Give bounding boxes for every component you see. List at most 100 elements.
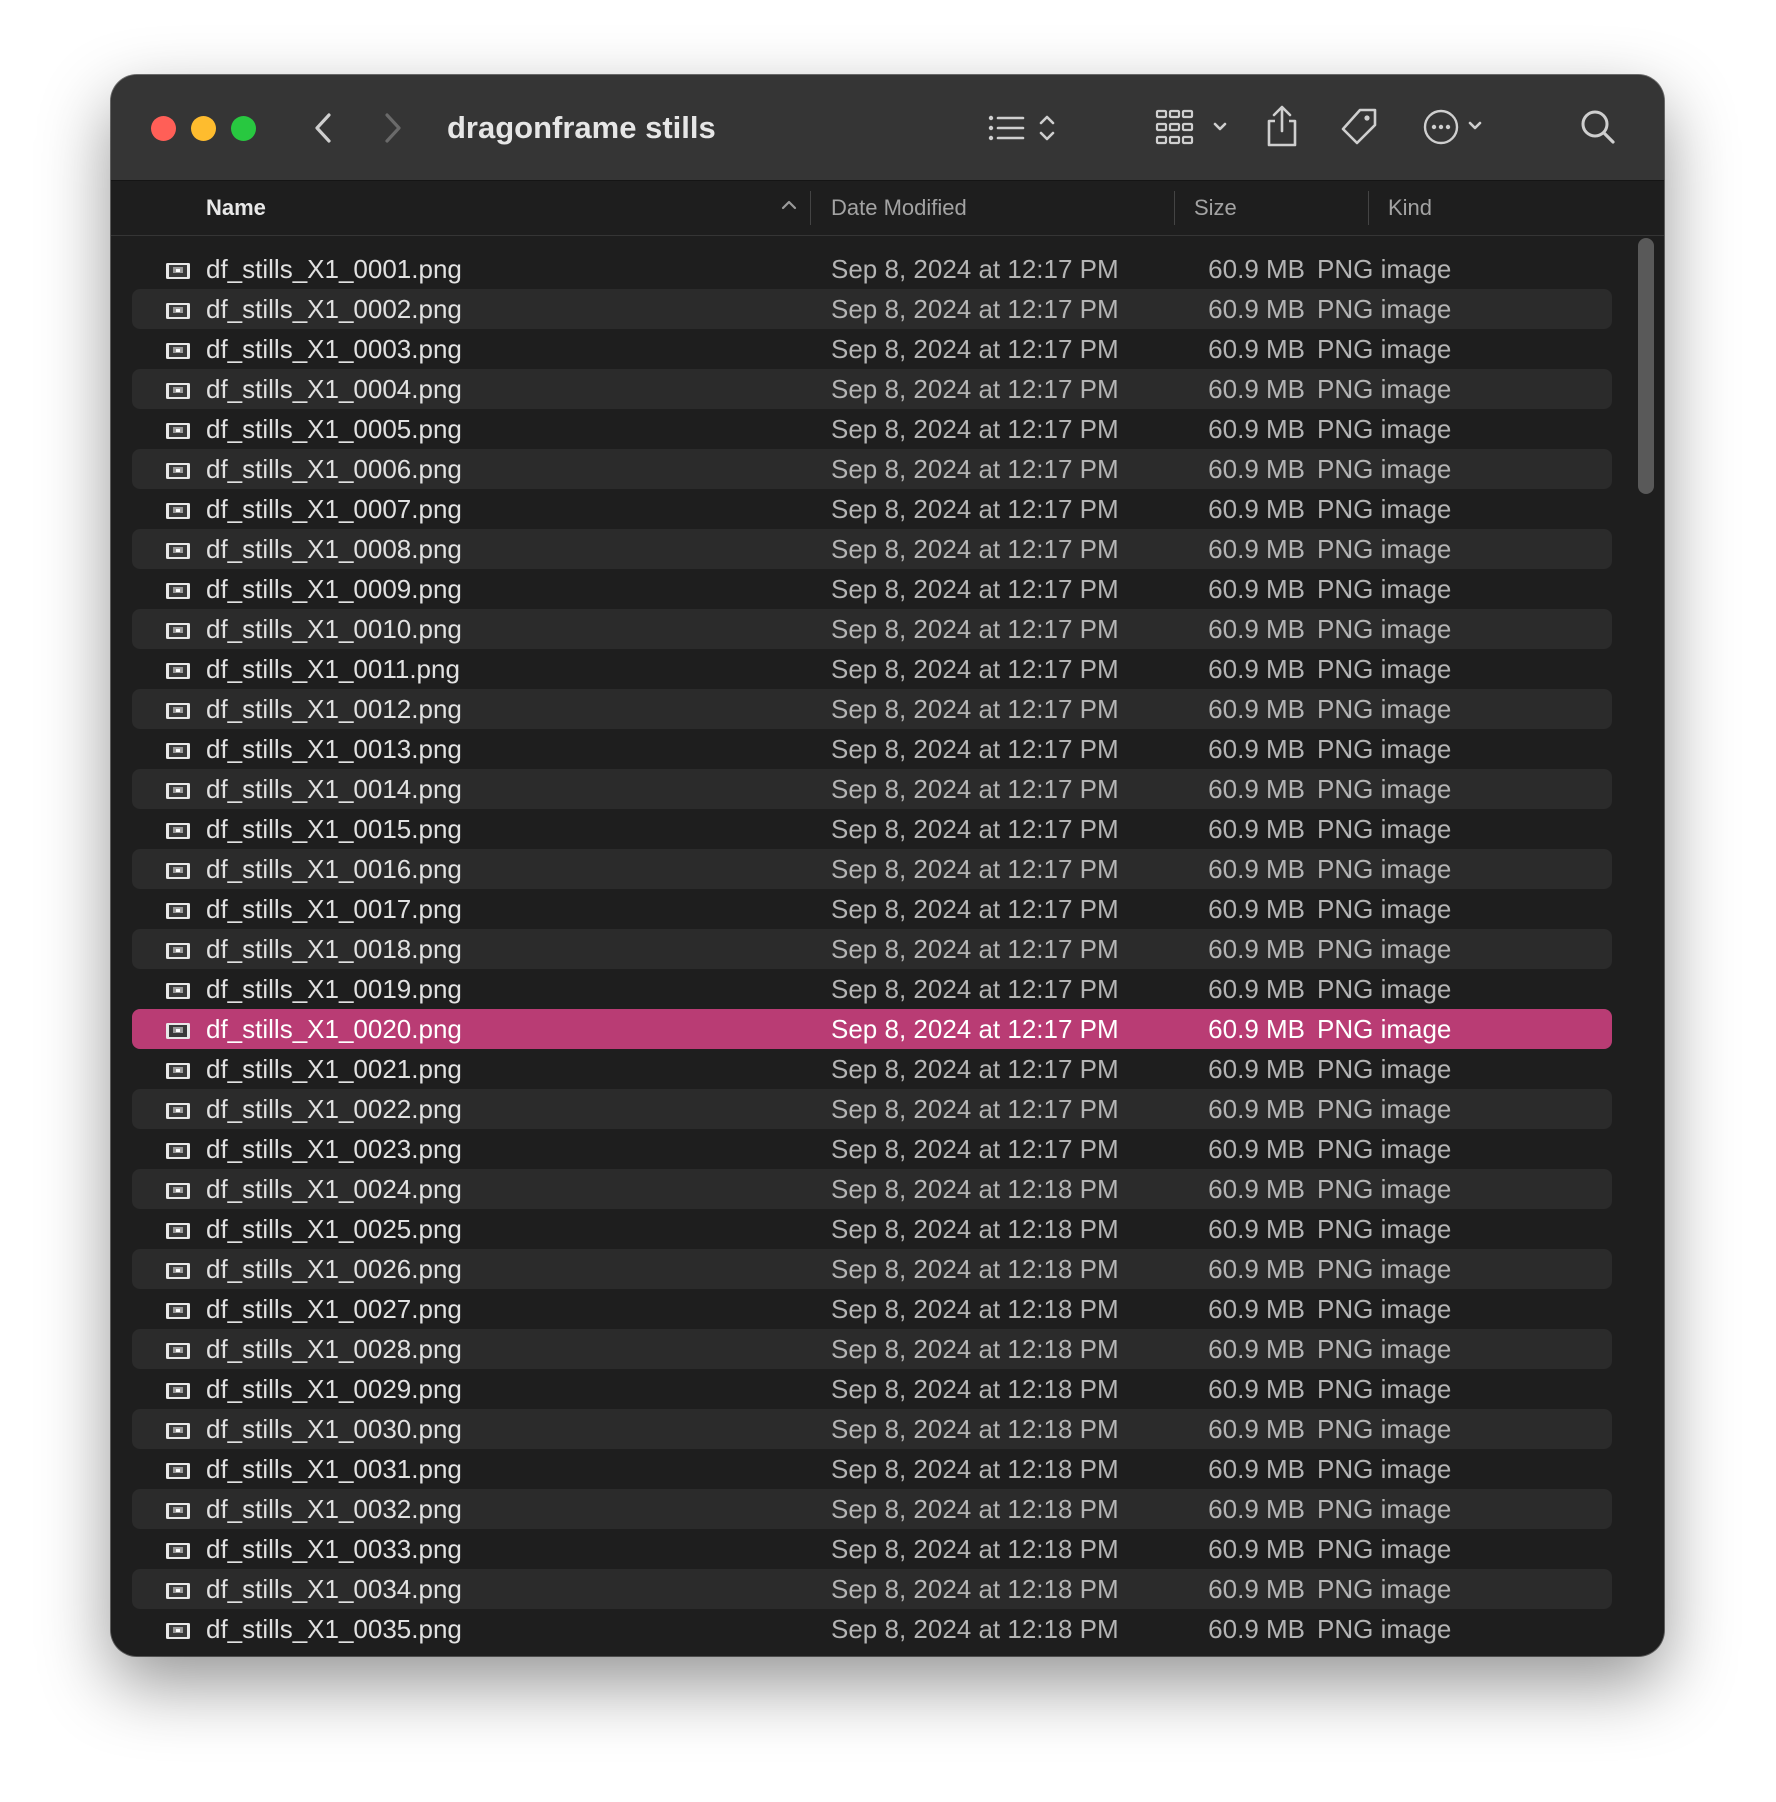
file-row[interactable]: df_stills_X1_0021.png Sep 8, 2024 at 12:1…: [132, 1049, 1612, 1089]
file-row[interactable]: df_stills_X1_0013.png Sep 8, 2024 at 12:1…: [132, 729, 1612, 769]
file-kind: PNG image: [1317, 1254, 1452, 1284]
file-row[interactable]: df_stills_X1_0024.png Sep 8, 2024 at 12:1…: [132, 1169, 1612, 1209]
file-date-modified: Sep 8, 2024 at 12:18 PM: [831, 1294, 1119, 1324]
file-name: df_stills_X1_0032.png: [206, 1494, 462, 1524]
file-size: 60.9 MB: [1208, 1334, 1305, 1364]
png-file-icon: [165, 738, 191, 769]
png-file-icon: [165, 1418, 191, 1449]
tag-icon[interactable]: [1337, 103, 1381, 151]
file-row[interactable]: df_stills_X1_0001.png Sep 8, 2024 at 12:1…: [132, 249, 1612, 289]
vertical-scrollbar[interactable]: [1638, 238, 1654, 494]
file-date-modified: Sep 8, 2024 at 12:17 PM: [831, 294, 1119, 324]
file-kind: PNG image: [1317, 1374, 1452, 1404]
file-date-modified: Sep 8, 2024 at 12:18 PM: [831, 1454, 1119, 1484]
ellipsis-circle-icon[interactable]: [1422, 105, 1492, 149]
file-kind: PNG image: [1317, 334, 1452, 364]
file-name: df_stills_X1_0034.png: [206, 1574, 462, 1604]
file-size: 60.9 MB: [1208, 1534, 1305, 1564]
file-row[interactable]: df_stills_X1_0017.png Sep 8, 2024 at 12:1…: [132, 889, 1612, 929]
file-kind: PNG image: [1317, 654, 1452, 684]
file-kind: PNG image: [1317, 1214, 1452, 1244]
file-row[interactable]: df_stills_X1_0032.png Sep 8, 2024 at 12:1…: [132, 1489, 1612, 1529]
column-header-date-modified[interactable]: Date Modified: [831, 181, 967, 235]
file-size: 60.9 MB: [1208, 1254, 1305, 1284]
grid-group-icon[interactable]: [1154, 105, 1236, 149]
file-row[interactable]: df_stills_X1_0002.png Sep 8, 2024 at 12:1…: [132, 289, 1612, 329]
png-file-icon: [165, 1378, 191, 1409]
file-size: 60.9 MB: [1208, 1174, 1305, 1204]
file-row[interactable]: df_stills_X1_0026.png Sep 8, 2024 at 12:1…: [132, 1249, 1612, 1289]
png-file-icon: [165, 1218, 191, 1249]
file-row[interactable]: df_stills_X1_0029.png Sep 8, 2024 at 12:1…: [132, 1369, 1612, 1409]
column-header-size[interactable]: Size: [1194, 181, 1237, 235]
file-row[interactable]: df_stills_X1_0034.png Sep 8, 2024 at 12:1…: [132, 1569, 1612, 1609]
column-header-kind[interactable]: Kind: [1388, 181, 1432, 235]
file-row[interactable]: df_stills_X1_0035.png Sep 8, 2024 at 12:1…: [132, 1609, 1612, 1649]
file-kind: PNG image: [1317, 1134, 1452, 1164]
file-row[interactable]: df_stills_X1_0025.png Sep 8, 2024 at 12:1…: [132, 1209, 1612, 1249]
file-row[interactable]: df_stills_X1_0014.png Sep 8, 2024 at 12:1…: [132, 769, 1612, 809]
file-name: df_stills_X1_0016.png: [206, 854, 462, 884]
file-date-modified: Sep 8, 2024 at 12:17 PM: [831, 1134, 1119, 1164]
file-size: 60.9 MB: [1208, 614, 1305, 644]
file-row[interactable]: df_stills_X1_0011.png Sep 8, 2024 at 12:1…: [132, 649, 1612, 689]
sort-ascending-icon[interactable]: [780, 198, 798, 217]
file-name: df_stills_X1_0008.png: [206, 534, 462, 564]
file-row[interactable]: df_stills_X1_0027.png Sep 8, 2024 at 12:1…: [132, 1289, 1612, 1329]
file-date-modified: Sep 8, 2024 at 12:18 PM: [831, 1334, 1119, 1364]
file-row[interactable]: df_stills_X1_0023.png Sep 8, 2024 at 12:1…: [132, 1129, 1612, 1169]
file-row[interactable]: df_stills_X1_0018.png Sep 8, 2024 at 12:1…: [132, 929, 1612, 969]
file-row[interactable]: df_stills_X1_0006.png Sep 8, 2024 at 12:1…: [132, 449, 1612, 489]
file-name: df_stills_X1_0006.png: [206, 454, 462, 484]
file-row[interactable]: df_stills_X1_0005.png Sep 8, 2024 at 12:1…: [132, 409, 1612, 449]
png-file-icon: [165, 698, 191, 729]
file-size: 60.9 MB: [1208, 1014, 1305, 1044]
png-file-icon: [165, 778, 191, 809]
file-row[interactable]: df_stills_X1_0031.png Sep 8, 2024 at 12:1…: [132, 1449, 1612, 1489]
file-row[interactable]: df_stills_X1_0004.png Sep 8, 2024 at 12:1…: [132, 369, 1612, 409]
zoom-window-button[interactable]: [231, 116, 256, 141]
column-divider[interactable]: [1174, 191, 1175, 225]
file-row[interactable]: df_stills_X1_0028.png Sep 8, 2024 at 12:1…: [132, 1329, 1612, 1369]
file-name: df_stills_X1_0026.png: [206, 1254, 462, 1284]
file-date-modified: Sep 8, 2024 at 12:18 PM: [831, 1534, 1119, 1564]
chevron-right-icon[interactable]: [373, 107, 413, 149]
file-size: 60.9 MB: [1208, 1414, 1305, 1444]
file-row[interactable]: df_stills_X1_0022.png Sep 8, 2024 at 12:1…: [132, 1089, 1612, 1129]
column-divider[interactable]: [810, 191, 811, 225]
file-row[interactable]: df_stills_X1_0003.png Sep 8, 2024 at 12:1…: [132, 329, 1612, 369]
file-row[interactable]: df_stills_X1_0015.png Sep 8, 2024 at 12:1…: [132, 809, 1612, 849]
column-divider[interactable]: [1368, 191, 1369, 225]
chevron-left-icon[interactable]: [303, 107, 343, 149]
file-row[interactable]: df_stills_X1_0033.png Sep 8, 2024 at 12:1…: [132, 1529, 1612, 1569]
share-icon[interactable]: [1260, 101, 1304, 151]
file-name: df_stills_X1_0012.png: [206, 694, 462, 724]
png-file-icon: [165, 258, 191, 289]
file-row[interactable]: df_stills_X1_0008.png Sep 8, 2024 at 12:1…: [132, 529, 1612, 569]
file-size: 60.9 MB: [1208, 1214, 1305, 1244]
search-icon[interactable]: [1576, 105, 1620, 149]
file-row[interactable]: df_stills_X1_0030.png Sep 8, 2024 at 12:1…: [132, 1409, 1612, 1449]
file-kind: PNG image: [1317, 374, 1452, 404]
file-size: 60.9 MB: [1208, 694, 1305, 724]
close-window-button[interactable]: [151, 116, 176, 141]
file-size: 60.9 MB: [1208, 1494, 1305, 1524]
file-size: 60.9 MB: [1208, 494, 1305, 524]
list-view-icon[interactable]: [987, 107, 1067, 149]
file-name: df_stills_X1_0028.png: [206, 1334, 462, 1364]
column-header-name[interactable]: Name: [206, 181, 266, 235]
file-row[interactable]: df_stills_X1_0012.png Sep 8, 2024 at 12:1…: [132, 689, 1612, 729]
minimize-window-button[interactable]: [191, 116, 216, 141]
file-row[interactable]: df_stills_X1_0019.png Sep 8, 2024 at 12:1…: [132, 969, 1612, 1009]
png-file-icon: [165, 378, 191, 409]
file-row[interactable]: df_stills_X1_0007.png Sep 8, 2024 at 12:1…: [132, 489, 1612, 529]
file-size: 60.9 MB: [1208, 894, 1305, 924]
file-row[interactable]: df_stills_X1_0010.png Sep 8, 2024 at 12:1…: [132, 609, 1612, 649]
file-row[interactable]: df_stills_X1_0009.png Sep 8, 2024 at 12:1…: [132, 569, 1612, 609]
file-size: 60.9 MB: [1208, 1134, 1305, 1164]
file-name: df_stills_X1_0017.png: [206, 894, 462, 924]
file-kind: PNG image: [1317, 1334, 1452, 1364]
file-row[interactable]: df_stills_X1_0016.png Sep 8, 2024 at 12:1…: [132, 849, 1612, 889]
file-name: df_stills_X1_0030.png: [206, 1414, 462, 1444]
file-row-selected[interactable]: df_stills_X1_0020.png Sep 8, 2024 at 12:1…: [132, 1009, 1612, 1049]
